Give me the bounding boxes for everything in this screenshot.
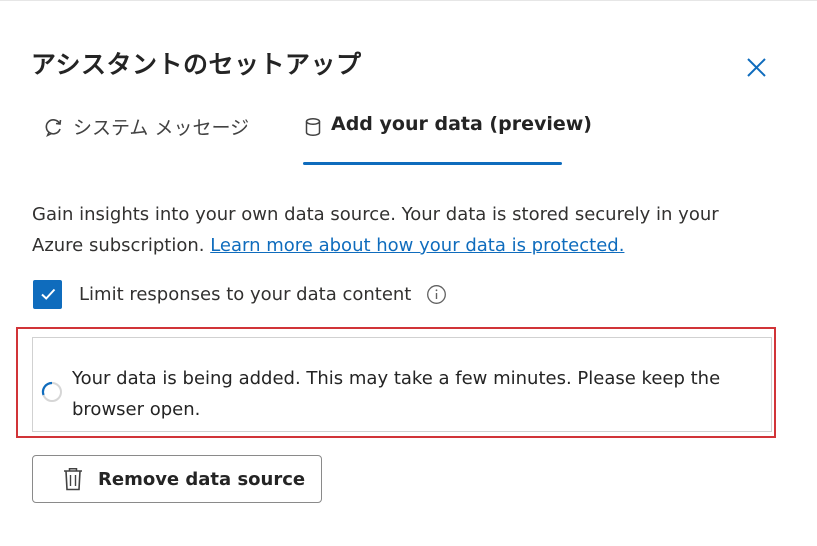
tab-add-your-data[interactable]: Add your data (preview) bbox=[304, 113, 592, 163]
remove-data-source-label: Remove data source bbox=[98, 468, 306, 490]
tab-system-message-label: システム メッセージ bbox=[73, 117, 250, 139]
tab-add-your-data-label: Add your data (preview) bbox=[331, 113, 592, 135]
learn-more-link[interactable]: Learn more about how your data is protec… bbox=[210, 235, 624, 256]
checkmark-icon bbox=[40, 288, 55, 300]
tab-list: システム メッセージ Add your data (preview) bbox=[44, 113, 604, 167]
remove-data-source-button[interactable]: Remove data source bbox=[32, 455, 322, 503]
limit-responses-row: Limit responses to your data content bbox=[33, 278, 447, 310]
assistant-setup-panel: アシスタントのセットアップ システム メッセージ Add your data (… bbox=[0, 0, 817, 546]
info-icon[interactable] bbox=[426, 284, 447, 305]
refresh-chat-icon bbox=[44, 117, 64, 142]
loading-spinner-icon bbox=[41, 381, 62, 402]
tab-system-message[interactable]: システム メッセージ bbox=[44, 113, 249, 163]
close-icon bbox=[747, 58, 766, 77]
panel-title: アシスタントのセットアップ bbox=[31, 50, 362, 79]
data-description: Gain insights into your own data source.… bbox=[32, 199, 772, 261]
limit-responses-label: Limit responses to your data content bbox=[79, 283, 412, 305]
status-message-box: Your data is being added. This may take … bbox=[32, 337, 772, 432]
database-icon bbox=[304, 117, 322, 142]
close-button[interactable] bbox=[741, 53, 771, 83]
selected-tab-indicator bbox=[303, 162, 562, 165]
trash-icon bbox=[64, 468, 82, 491]
status-message: Your data is being added. This may take … bbox=[72, 368, 721, 420]
limit-responses-checkbox[interactable] bbox=[33, 279, 62, 309]
